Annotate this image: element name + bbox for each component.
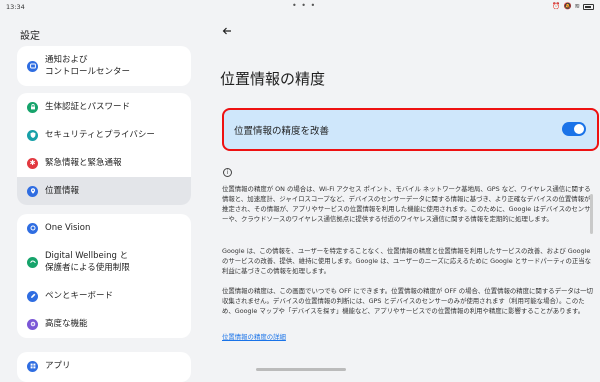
label-line-2: 保護者による使用制限 bbox=[45, 263, 130, 273]
sidebar-group-1: 通知および コントロールセンター bbox=[17, 46, 191, 86]
lock-icon bbox=[27, 101, 38, 113]
settings-sidebar: 設定 通知および コントロールセンター 生体認証とパスワード セキュリティとプラ… bbox=[0, 14, 203, 382]
sidebar-group-2: 生体認証とパスワード セキュリティとプライバシー ✱ 緊急情報と緊急通報 位置情… bbox=[17, 93, 191, 205]
apps-icon bbox=[27, 360, 38, 372]
improve-accuracy-switch[interactable] bbox=[562, 122, 586, 136]
sidebar-item-label: Digital Wellbeing と 保護者による使用制限 bbox=[45, 250, 130, 274]
more-dots-icon[interactable]: • • • bbox=[292, 1, 316, 10]
learn-more-link[interactable]: 位置情報の精度の詳細 bbox=[222, 332, 286, 341]
one-vision-icon bbox=[27, 222, 38, 234]
battery-icon bbox=[583, 3, 594, 10]
advanced-icon bbox=[27, 318, 38, 330]
sidebar-item-apps[interactable]: アプリ bbox=[17, 352, 191, 380]
notification-icon bbox=[27, 60, 38, 72]
sidebar-item-advanced[interactable]: 高度な機能 bbox=[17, 310, 191, 338]
label-line-2: コントロールセンター bbox=[45, 67, 131, 77]
page-title: 位置情報の精度 bbox=[220, 70, 326, 88]
pen-icon bbox=[27, 290, 38, 302]
sidebar-item-label: 通知および コントロールセンター bbox=[45, 54, 130, 78]
status-time: 13:34 bbox=[6, 3, 25, 11]
sidebar-item-emergency[interactable]: ✱ 緊急情報と緊急通報 bbox=[17, 149, 191, 177]
scrollbar[interactable] bbox=[590, 194, 593, 234]
description-paragraph-2: Google は、この情報を、ユーザーを特定することなく、位置情報の精度と位置情… bbox=[222, 247, 592, 275]
home-indicator[interactable] bbox=[256, 368, 346, 371]
back-arrow-icon[interactable] bbox=[221, 25, 233, 37]
sidebar-group-4: アプリ bbox=[17, 352, 191, 382]
location-icon bbox=[27, 185, 38, 197]
sidebar-title: 設定 bbox=[20, 31, 40, 42]
sidebar-item-label: 高度な機能 bbox=[45, 319, 88, 329]
sidebar-item-security[interactable]: セキュリティとプライバシー bbox=[17, 121, 191, 149]
status-bar: 13:34 • • • ⏰ 🔕 ≋ bbox=[0, 0, 600, 14]
sidebar-item-one-vision[interactable]: One Vision bbox=[17, 214, 191, 242]
mute-icon: 🔕 bbox=[563, 2, 572, 10]
status-icons: ⏰ 🔕 ≋ bbox=[552, 3, 594, 10]
wellbeing-icon bbox=[27, 256, 38, 268]
sidebar-item-label: セキュリティとプライバシー bbox=[45, 130, 155, 140]
toggle-label: 位置情報の精度を改善 bbox=[234, 126, 330, 137]
description-paragraph-1: 位置情報の精度が ON の場合は、Wi-Fi アクセス ポイント、モバイル ネッ… bbox=[222, 185, 591, 223]
shield-icon bbox=[27, 129, 38, 141]
sidebar-item-label: 位置情報 bbox=[45, 186, 80, 196]
sidebar-item-biometrics[interactable]: 生体認証とパスワード bbox=[17, 93, 191, 121]
description-paragraph-3: 位置情報の精度は、この画面でいつでも OFF にできます。位置情報の精度が OF… bbox=[222, 287, 593, 315]
sidebar-item-label: アプリ bbox=[45, 361, 71, 371]
sidebar-item-label: ペンとキーボード bbox=[45, 291, 114, 301]
sidebar-item-digital-wellbeing[interactable]: Digital Wellbeing と 保護者による使用制限 bbox=[17, 242, 191, 282]
info-icon: i bbox=[223, 168, 232, 177]
sidebar-group-3: One Vision Digital Wellbeing と 保護者による使用制… bbox=[17, 214, 191, 338]
label-line-1: Digital Wellbeing と bbox=[45, 251, 129, 261]
wifi-icon: ≋ bbox=[574, 2, 580, 10]
sidebar-item-location[interactable]: 位置情報 bbox=[17, 177, 191, 205]
sidebar-item-label: 生体認証とパスワード bbox=[45, 102, 131, 112]
label-line-1: 通知および bbox=[45, 55, 88, 65]
alarm-icon: ⏰ bbox=[552, 2, 561, 10]
sidebar-item-pen-keyboard[interactable]: ペンとキーボード bbox=[17, 282, 191, 310]
sidebar-item-label: One Vision bbox=[45, 223, 91, 233]
location-accuracy-panel: 位置情報の精度 位置情報の精度を改善 i 位置情報の精度が ON の場合は、Wi… bbox=[203, 14, 600, 375]
sidebar-item-notifications[interactable]: 通知および コントロールセンター bbox=[17, 46, 191, 86]
improve-accuracy-toggle-row[interactable]: 位置情報の精度を改善 bbox=[222, 108, 599, 151]
sidebar-item-label: 緊急情報と緊急通報 bbox=[45, 158, 122, 168]
emergency-icon: ✱ bbox=[27, 157, 38, 169]
